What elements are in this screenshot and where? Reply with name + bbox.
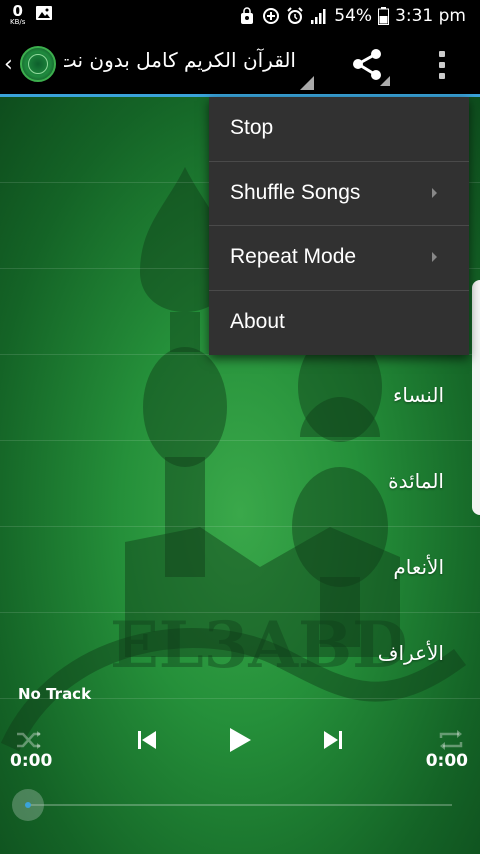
sura-label: الأنعام bbox=[393, 555, 444, 579]
net-speed-unit: KB/s bbox=[10, 18, 26, 26]
sura-label: النساء bbox=[392, 383, 444, 407]
menu-item-label: About bbox=[230, 309, 285, 333]
signal-icon bbox=[311, 9, 326, 24]
next-track-icon[interactable] bbox=[318, 725, 348, 755]
menu-item-repeat-mode[interactable]: Repeat Mode bbox=[209, 226, 469, 291]
action-bar: ‹ القرآن الكريم كامل بدون نت bbox=[0, 34, 480, 94]
lock-bag-icon bbox=[241, 7, 254, 24]
menu-item-about[interactable]: About bbox=[209, 291, 469, 356]
data-saver-icon bbox=[263, 8, 280, 24]
elapsed-time: 0:00 bbox=[10, 751, 53, 771]
side-drawer-handle[interactable] bbox=[472, 280, 480, 515]
menu-item-label: Shuffle Songs bbox=[230, 180, 361, 204]
now-playing-title: No Track bbox=[18, 685, 92, 703]
menu-item-shuffle-songs[interactable]: Shuffle Songs bbox=[209, 162, 469, 226]
list-item[interactable]: الأنعام bbox=[0, 527, 480, 613]
menu-item-label: Repeat Mode bbox=[230, 245, 357, 268]
net-speed-value: 0 bbox=[12, 2, 23, 20]
overflow-menu-button[interactable] bbox=[430, 48, 454, 82]
menu-item-stop[interactable]: Stop bbox=[209, 97, 469, 162]
previous-track-icon[interactable] bbox=[132, 725, 162, 755]
music-player: No Track 0:00 0:00 bbox=[0, 677, 480, 854]
back-chevron-icon[interactable]: ‹ bbox=[4, 52, 13, 77]
overflow-popup-menu: Stop Shuffle Songs Repeat Mode About bbox=[209, 97, 469, 355]
list-item[interactable]: النساء bbox=[0, 355, 480, 441]
menu-item-label: Stop bbox=[230, 116, 274, 139]
submenu-arrow-icon bbox=[432, 187, 437, 198]
play-icon[interactable] bbox=[224, 725, 254, 755]
title-dropdown-corner-icon bbox=[300, 76, 314, 90]
seek-thumb[interactable] bbox=[12, 789, 44, 821]
sura-label: المائدة bbox=[388, 469, 444, 493]
image-notification-icon bbox=[36, 6, 53, 20]
app-title[interactable]: القرآن الكريم كامل بدون نت bbox=[64, 48, 296, 80]
clock: 3:31 pm bbox=[395, 6, 466, 26]
battery-icon bbox=[378, 7, 390, 25]
seek-bar[interactable] bbox=[26, 804, 452, 806]
net-speed-indicator: 0 KB/s bbox=[10, 4, 25, 26]
battery-percent: 54% bbox=[334, 6, 373, 26]
status-bar: 0 KB/s 54% 3:31 pm bbox=[0, 0, 480, 34]
list-item[interactable]: المائدة bbox=[0, 441, 480, 527]
sura-label: الأعراف bbox=[377, 641, 444, 665]
submenu-arrow-icon bbox=[432, 252, 437, 262]
app-logo[interactable] bbox=[20, 46, 56, 82]
share-corner-icon bbox=[380, 76, 390, 86]
total-time: 0:00 bbox=[425, 751, 468, 771]
alarm-icon bbox=[287, 7, 303, 24]
